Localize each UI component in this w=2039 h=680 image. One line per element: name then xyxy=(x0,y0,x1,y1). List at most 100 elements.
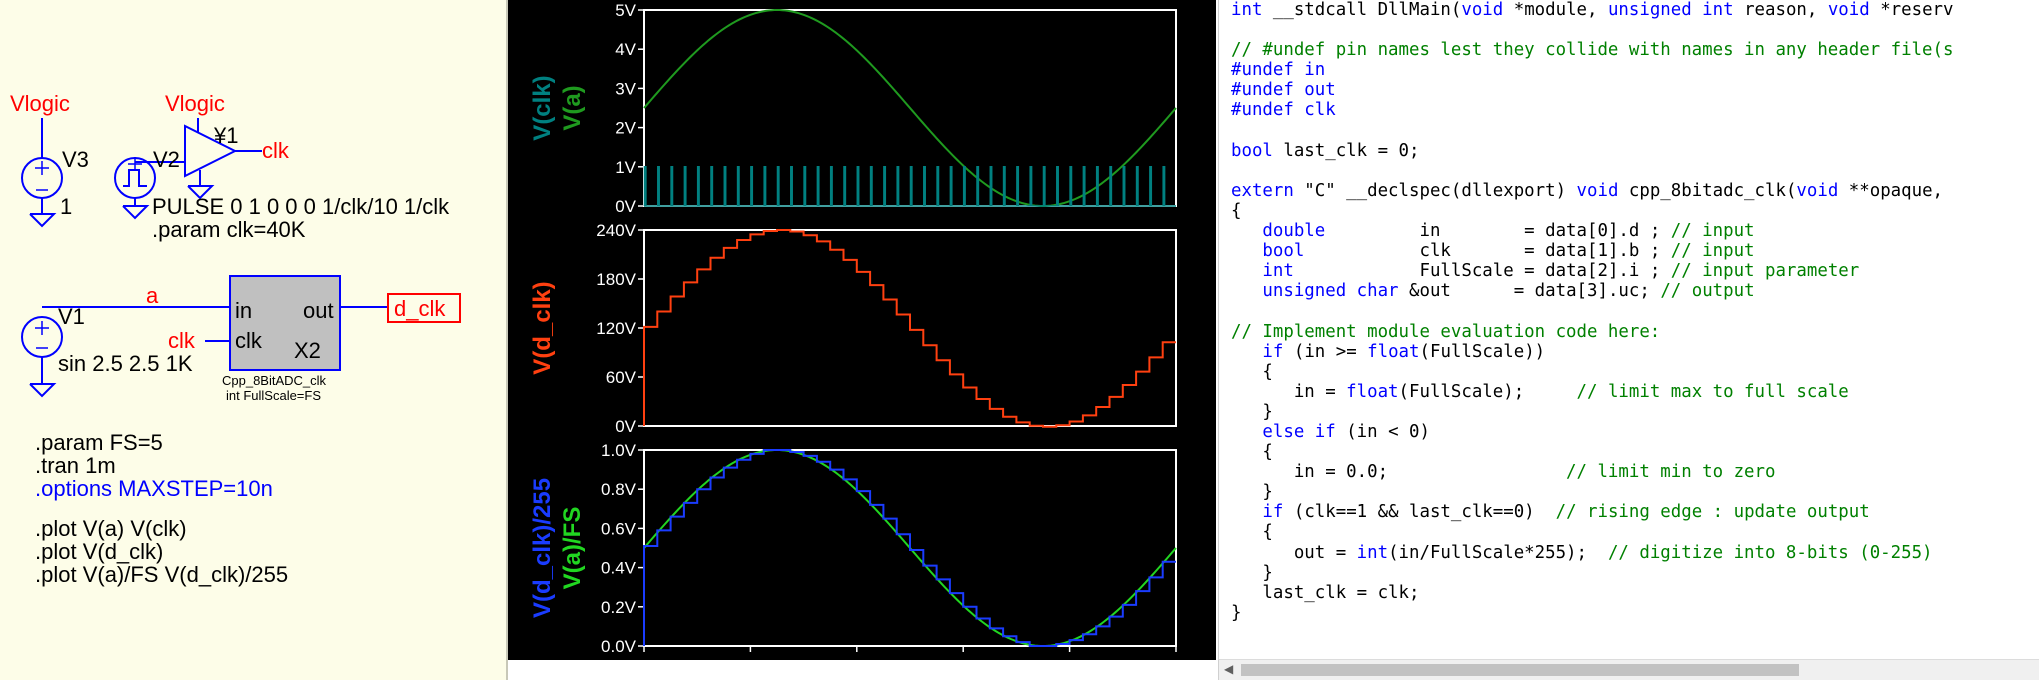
directive-plot-2[interactable]: .plot V(d_clk) xyxy=(35,541,163,563)
adc-block-x2[interactable] xyxy=(229,275,341,371)
code-line[interactable]: #undef in xyxy=(1231,60,1953,80)
net-a-label[interactable]: a xyxy=(146,285,158,307)
y-tick-label: 0.4V xyxy=(601,559,637,578)
code-line[interactable]: #undef out xyxy=(1231,80,1953,100)
code-line[interactable]: // Implement module evaluation code here… xyxy=(1231,322,1953,342)
waveform-viewer[interactable]: 5V 4V 3V 2V 1V 0V V(clk) V(a) 240V 180V 120V 60V 0V V… xyxy=(508,0,1216,680)
clk-net-label[interactable]: clk xyxy=(262,140,289,162)
code-token: void xyxy=(1576,180,1619,201)
code-line[interactable] xyxy=(1231,301,1953,321)
pin-out-label: out xyxy=(303,298,334,323)
vlogic-label-2[interactable]: Vlogic xyxy=(165,93,225,115)
v3-label[interactable]: V3 xyxy=(62,149,89,171)
code-line[interactable]: int __stdcall DllMain(void *module, unsi… xyxy=(1231,0,1953,20)
y-tick-label: 4V xyxy=(615,40,636,59)
scrollbar-thumb[interactable] xyxy=(1241,664,1799,676)
block-param-label[interactable]: int FullScale=FS xyxy=(226,389,321,402)
v2-label[interactable]: V2 xyxy=(153,149,180,171)
code-line[interactable]: bool clk = data[1].b ; // input xyxy=(1231,241,1953,261)
waveform-plots[interactable]: 5V 4V 3V 2V 1V 0V V(clk) V(a) 240V 180V 120V 60V 0V V… xyxy=(508,0,1216,680)
code-token: &out = data[3].uc; xyxy=(1398,281,1661,302)
code-token: } xyxy=(1231,562,1273,583)
code-token: unsigned int xyxy=(1607,0,1734,20)
trace-label: V(a) xyxy=(559,85,586,130)
directive-plot-1[interactable]: .plot V(a) V(clk) xyxy=(35,518,187,540)
d-clk-port-label[interactable]: d_clk xyxy=(394,298,445,320)
y-tick-label: 0.8V xyxy=(601,480,637,499)
directive-options[interactable]: .options MAXSTEP=10n xyxy=(35,478,273,500)
clk-in-net-label[interactable]: clk xyxy=(168,330,195,352)
code-line[interactable] xyxy=(1231,20,1953,40)
code-line[interactable]: { xyxy=(1231,442,1953,462)
code-line[interactable]: #undef clk xyxy=(1231,100,1953,120)
code-line[interactable]: int FullScale = data[2].i ; // input par… xyxy=(1231,261,1953,281)
horizontal-scrollbar[interactable]: ◀ xyxy=(1219,659,2039,680)
code-body[interactable]: int __stdcall DllMain(void *module, unsi… xyxy=(1231,0,1953,623)
code-token: bool xyxy=(1262,241,1305,262)
code-token: #undef clk xyxy=(1231,100,1336,121)
code-editor[interactable]: int __stdcall DllMain(void *module, unsi… xyxy=(1218,0,2039,680)
pulse-spec[interactable]: PULSE 0 1 0 0 0 1/clk/10 1/clk xyxy=(152,196,449,218)
code-line[interactable]: double in = data[0].d ; // input xyxy=(1231,221,1953,241)
v3-value[interactable]: 1 xyxy=(60,196,72,218)
sin-spec[interactable]: sin 2.5 2.5 1K xyxy=(58,353,193,375)
y-tick-label: 0.2V xyxy=(601,598,637,617)
code-line[interactable]: if (in >= float(FullScale)) xyxy=(1231,342,1953,362)
directive-plot-3[interactable]: .plot V(a)/FS V(d_clk)/255 xyxy=(35,564,288,586)
code-token: { xyxy=(1231,361,1273,382)
u1-label[interactable]: ¥1 xyxy=(214,125,238,147)
code-line[interactable]: { xyxy=(1231,522,1953,542)
code-token: float xyxy=(1346,381,1399,402)
code-line[interactable]: } xyxy=(1231,482,1953,502)
directive-param-fs[interactable]: .param FS=5 xyxy=(35,432,163,454)
code-line[interactable]: { xyxy=(1231,362,1953,382)
code-line[interactable]: in = float(FullScale); // limit max to f… xyxy=(1231,382,1953,402)
code-line[interactable] xyxy=(1231,161,1953,181)
code-line[interactable]: else if (in < 0) xyxy=(1231,422,1953,442)
code-token: // limit max to full scale xyxy=(1576,381,1849,402)
schematic-pane[interactable]: Vlogic Vlogic V3 1 V2 ¥1 clk PULSE 0 1 0… xyxy=(0,0,508,680)
code-token: reason, xyxy=(1733,0,1828,20)
code-line[interactable]: in = 0.0; // limit min to zero xyxy=(1231,462,1953,482)
code-line[interactable]: unsigned char &out = data[3].uc; // outp… xyxy=(1231,281,1953,301)
code-line[interactable]: { xyxy=(1231,201,1953,221)
y-tick-label: 2V xyxy=(615,119,636,138)
x-tick-label: 0.4ms xyxy=(834,657,880,676)
code-token: last_clk = 0; xyxy=(1272,140,1420,161)
code-token: unsigned char xyxy=(1262,281,1399,302)
code-line[interactable]: } xyxy=(1231,402,1953,422)
code-line[interactable]: bool last_clk = 0; xyxy=(1231,141,1953,161)
pin-clk-label: clk xyxy=(235,328,262,353)
x2-label[interactable]: X2 xyxy=(294,340,321,362)
code-token: // digitize into 8-bits (0-255) xyxy=(1607,542,1933,563)
code-token: } xyxy=(1231,482,1273,503)
directive-tran[interactable]: .tran 1m xyxy=(35,455,116,477)
code-token: (clk==1 && last_clk==0) xyxy=(1283,502,1556,523)
code-line[interactable] xyxy=(1231,121,1953,141)
code-token: void xyxy=(1827,0,1870,20)
code-line[interactable]: } xyxy=(1231,603,1953,623)
code-token: // input parameter xyxy=(1670,261,1860,282)
code-token: **opaque, xyxy=(1838,180,1954,201)
vlogic-label-1[interactable]: Vlogic xyxy=(10,93,70,115)
code-token: // Implement module evaluation code here… xyxy=(1231,321,1661,342)
y-tick-label: 0.6V xyxy=(601,519,637,538)
v1-label[interactable]: V1 xyxy=(58,306,85,328)
block-name-label[interactable]: Cpp_8BitADC_clk xyxy=(222,374,326,387)
code-token: (in >= xyxy=(1283,341,1368,362)
code-line[interactable]: // #undef pin names lest they collide wi… xyxy=(1231,40,1953,60)
code-line[interactable]: extern "C" __declspec(dllexport) void cp… xyxy=(1231,181,1953,201)
code-token: { xyxy=(1231,442,1273,463)
code-line[interactable]: last_clk = clk; xyxy=(1231,583,1953,603)
code-token: *module, xyxy=(1503,0,1608,20)
code-line[interactable]: out = int(in/FullScale*255); // digitize… xyxy=(1231,543,1953,563)
param-clk-directive[interactable]: .param clk=40K xyxy=(152,219,305,241)
code-line[interactable]: } xyxy=(1231,563,1953,583)
code-line[interactable]: if (clk==1 && last_clk==0) // rising edg… xyxy=(1231,502,1953,522)
code-token: #undef in xyxy=(1231,60,1326,81)
scroll-left-icon[interactable]: ◀ xyxy=(1224,662,1233,676)
x-tick-label: 0.2ms xyxy=(727,657,773,676)
